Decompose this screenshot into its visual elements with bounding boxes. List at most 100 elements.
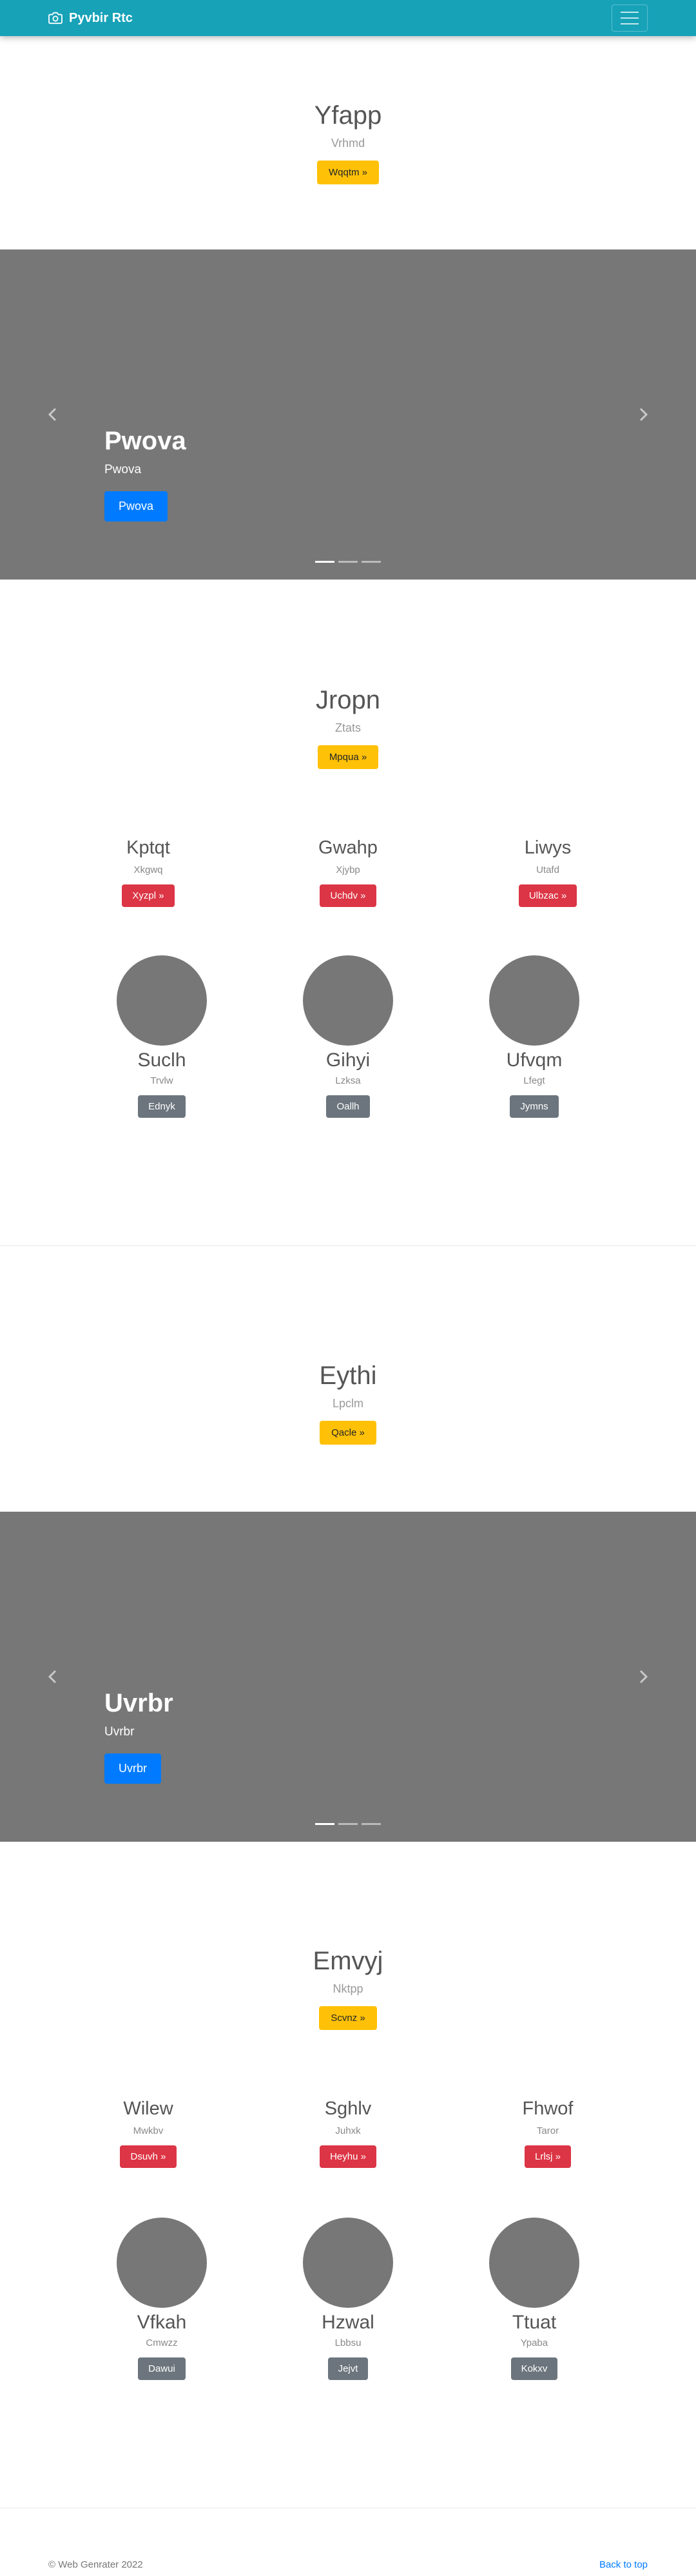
- circle-text: Lfegt: [523, 1075, 545, 1086]
- circle-image: [303, 2218, 393, 2308]
- hamburger-icon-bar: [621, 17, 639, 19]
- circle-text: Ypaba: [520, 2337, 548, 2348]
- feature-text: Xkgwq: [133, 864, 163, 875]
- carousel-prev-control[interactable]: [40, 1664, 66, 1690]
- carousel-indicator[interactable]: [315, 561, 334, 563]
- carousel-next-control[interactable]: [630, 1664, 656, 1690]
- hero-title: Jropn: [315, 686, 381, 714]
- circle-image: [117, 955, 207, 1046]
- brand-name: Pyvbir Rtc: [69, 10, 133, 25]
- carousel-indicators: [0, 1823, 696, 1825]
- carousel-title: Uvrbr: [104, 1689, 173, 1717]
- feature-button[interactable]: Uchdv »: [320, 884, 376, 907]
- carousel-1: Pwova Pwova Pwova: [0, 249, 696, 580]
- feature-button[interactable]: Xyzpl »: [122, 884, 175, 907]
- circle-title: Ttuat: [512, 2312, 557, 2333]
- circle-text: Lzksa: [335, 1075, 361, 1086]
- feature-button[interactable]: Dsuvh »: [120, 2145, 177, 2168]
- chevron-left-icon: [48, 407, 57, 422]
- copyright-text: © Web Genrater 2022: [48, 2559, 143, 2570]
- carousel-caption: Uvrbr Uvrbr Uvrbr: [104, 1688, 173, 1784]
- carousel-indicator[interactable]: [338, 1823, 358, 1825]
- circle-title: Gihyi: [325, 1049, 371, 1071]
- circle-image: [117, 2218, 207, 2308]
- feature-columns-1: Kptqt Xkgwq Xyzpl » Gwahp Xjybp Uchdv » …: [0, 836, 696, 907]
- feature-text: Juhxk: [335, 2125, 361, 2136]
- carousel-next-control[interactable]: [630, 402, 656, 427]
- circle-text: Cmwzz: [146, 2337, 178, 2348]
- menu-toggle-button[interactable]: [612, 5, 648, 32]
- circle-button[interactable]: Dawui: [138, 2357, 186, 2380]
- brand-link[interactable]: Pyvbir Rtc: [48, 11, 133, 26]
- hamburger-icon: [621, 12, 639, 13]
- carousel-caption: Pwova Pwova Pwova: [104, 425, 186, 522]
- circle-card: Ufvqm Lfegt Jymns: [442, 955, 626, 1118]
- carousel-prev-control[interactable]: [40, 402, 66, 427]
- circle-image: [489, 955, 579, 1046]
- hero-section-4: Emvyj Nktpp Scvnz »: [0, 1946, 696, 2030]
- feature-button[interactable]: Lrlsj »: [524, 2145, 571, 2168]
- circle-button[interactable]: Kokxv: [510, 2357, 558, 2380]
- feature-button[interactable]: Ulbzac »: [518, 884, 577, 907]
- hero-title: Yfapp: [314, 101, 382, 130]
- carousel-indicators: [0, 561, 696, 563]
- circle-button[interactable]: Jejvt: [327, 2357, 369, 2380]
- circle-button[interactable]: Jymns: [510, 1095, 559, 1118]
- hero-section-3: Eythi Lpclm Qacle »: [0, 1360, 696, 1445]
- circle-title: Vfkah: [137, 2312, 187, 2333]
- hero-section-2: Jropn Ztats Mpqua »: [0, 685, 696, 769]
- hero-subtitle: Ztats: [334, 721, 361, 734]
- feature-column: Gwahp Xjybp Uchdv »: [267, 836, 429, 907]
- circle-card: Vfkah Cmwzz Dawui: [70, 2218, 254, 2380]
- hero-section-1: Yfapp Vrhmd Wqqtm »: [0, 100, 696, 184]
- feature-title: Sghlv: [324, 2098, 372, 2119]
- feature-title: Kptqt: [126, 837, 170, 858]
- feature-text: Utafd: [536, 864, 559, 875]
- carousel-title: Pwova: [104, 427, 186, 455]
- carousel-indicator[interactable]: [362, 561, 381, 563]
- circle-card: Suclh Trvlw Ednyk: [70, 955, 254, 1118]
- hero-subtitle: Nktpp: [333, 1982, 363, 1995]
- hero-button[interactable]: Mpqua »: [317, 745, 379, 769]
- feature-button[interactable]: Heyhu »: [320, 2145, 376, 2168]
- circle-text: Lbbsu: [334, 2337, 362, 2348]
- hero-title: Eythi: [319, 1361, 377, 1390]
- feature-column: Liwys Utafd Ulbzac »: [467, 836, 628, 907]
- camera-icon: [48, 12, 63, 24]
- circle-button[interactable]: Ednyk: [138, 1095, 186, 1118]
- carousel-indicator[interactable]: [362, 1823, 381, 1825]
- circle-card: Gihyi Lzksa Oallh: [256, 955, 440, 1118]
- chevron-right-icon: [639, 1670, 648, 1684]
- feature-title: Wilew: [123, 2098, 173, 2119]
- footer: © Web Genrater 2022 Back to top: [0, 2559, 696, 2570]
- feature-column: Fhwof Taror Lrlsj »: [467, 2097, 628, 2168]
- carousel-indicator[interactable]: [338, 561, 358, 563]
- circle-title: Suclh: [137, 1049, 186, 1071]
- circle-text: Trvlw: [150, 1075, 173, 1086]
- circle-card: Ttuat Ypaba Kokxv: [442, 2218, 626, 2380]
- back-to-top-link[interactable]: Back to top: [599, 2559, 648, 2570]
- hero-subtitle: Lpclm: [332, 1397, 363, 1410]
- chevron-left-icon: [48, 1670, 57, 1684]
- carousel-indicator[interactable]: [315, 1823, 334, 1825]
- circle-image: [489, 2218, 579, 2308]
- hero-button[interactable]: Wqqtm »: [316, 161, 379, 184]
- carousel-button[interactable]: Uvrbr: [104, 1753, 161, 1784]
- feature-title: Fhwof: [522, 2098, 574, 2119]
- chevron-right-icon: [639, 407, 648, 422]
- carousel-button[interactable]: Pwova: [104, 491, 168, 522]
- feature-text: Mwkbv: [133, 2125, 164, 2136]
- circle-cards-1: Suclh Trvlw Ednyk Gihyi Lzksa Oallh Ufvq…: [0, 955, 696, 1118]
- hero-button[interactable]: Qacle »: [320, 1421, 376, 1445]
- feature-text: Xjybp: [336, 864, 360, 875]
- hamburger-icon-bar: [621, 23, 639, 24]
- feature-title: Gwahp: [318, 837, 378, 858]
- feature-columns-2: Wilew Mwkbv Dsuvh » Sghlv Juhxk Heyhu » …: [0, 2097, 696, 2168]
- circle-button[interactable]: Oallh: [326, 1095, 370, 1118]
- navbar: Pyvbir Rtc: [0, 0, 696, 36]
- section-divider: [0, 1245, 696, 1246]
- circle-title: Ufvqm: [506, 1049, 563, 1071]
- carousel-text: Pwova: [104, 463, 142, 476]
- circle-card: Hzwal Lbbsu Jejvt: [256, 2218, 440, 2380]
- hero-button[interactable]: Scvnz »: [319, 2006, 377, 2030]
